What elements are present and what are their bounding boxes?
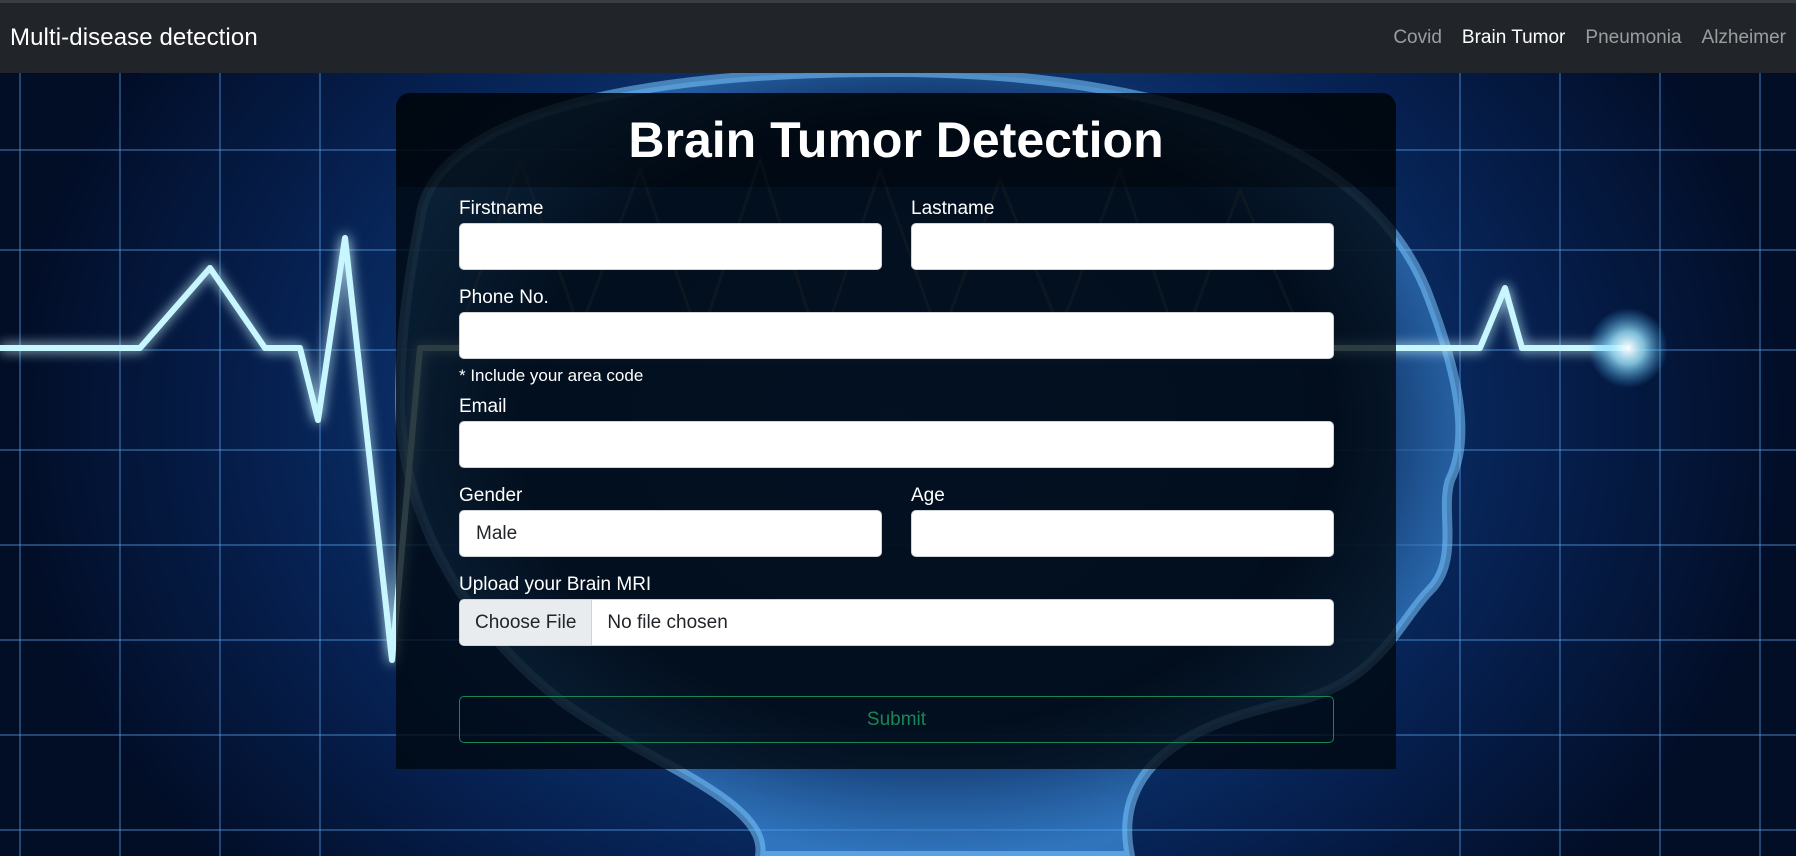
gender-select[interactable]: Male [459, 510, 882, 557]
page: Multi-disease detection Covid Brain Tumo… [0, 0, 1796, 856]
age-label: Age [911, 485, 945, 506]
nav-link-covid[interactable]: Covid [1393, 27, 1442, 49]
nav-link-alzheimer[interactable]: Alzheimer [1702, 27, 1786, 49]
navbar: Multi-disease detection Covid Brain Tumo… [0, 0, 1796, 73]
name-row: Firstname Lastname [459, 197, 1334, 270]
firstname-group: Firstname [459, 197, 882, 270]
lastname-input[interactable] [911, 223, 1334, 270]
email-label: Email [459, 396, 507, 417]
lastname-label: Lastname [911, 198, 995, 219]
nav-links: Covid Brain Tumor Pneumonia Alzheimer [1373, 27, 1786, 49]
firstname-input[interactable] [459, 223, 882, 270]
nav-link-pneumonia[interactable]: Pneumonia [1585, 27, 1681, 49]
navbar-brand[interactable]: Multi-disease detection [10, 24, 258, 52]
page-title: Brain Tumor Detection [628, 112, 1164, 168]
lastname-group: Lastname [911, 197, 1334, 270]
mri-file-input[interactable]: Choose File No file chosen [459, 599, 1334, 646]
patient-form: Firstname Lastname Phone No. * Include y… [459, 197, 1334, 646]
upload-label: Upload your Brain MRI [459, 574, 652, 595]
form-card: Brain Tumor Detection Firstname Lastname… [396, 93, 1396, 769]
phone-input[interactable] [459, 312, 1334, 359]
phone-hint: * Include your area code [459, 366, 644, 385]
gender-group: Gender Male [459, 484, 882, 557]
choose-file-button[interactable]: Choose File [460, 600, 593, 645]
submit-button[interactable]: Submit [459, 696, 1334, 743]
nav-link-brain-tumor[interactable]: Brain Tumor [1462, 27, 1565, 49]
heartbeat-dot [1588, 308, 1668, 388]
file-status: No file chosen [607, 611, 728, 633]
age-input[interactable] [911, 510, 1334, 557]
email-input[interactable] [459, 421, 1334, 468]
age-group: Age [911, 484, 1334, 557]
phone-group: Phone No. * Include your area code [459, 286, 1334, 387]
firstname-label: Firstname [459, 198, 544, 219]
phone-label: Phone No. [459, 287, 549, 308]
upload-group: Upload your Brain MRI Choose File No fil… [459, 573, 1334, 646]
gender-label: Gender [459, 485, 523, 506]
email-group: Email [459, 395, 1334, 468]
card-header: Brain Tumor Detection [396, 93, 1396, 187]
gender-age-row: Gender Male Age [459, 484, 1334, 557]
